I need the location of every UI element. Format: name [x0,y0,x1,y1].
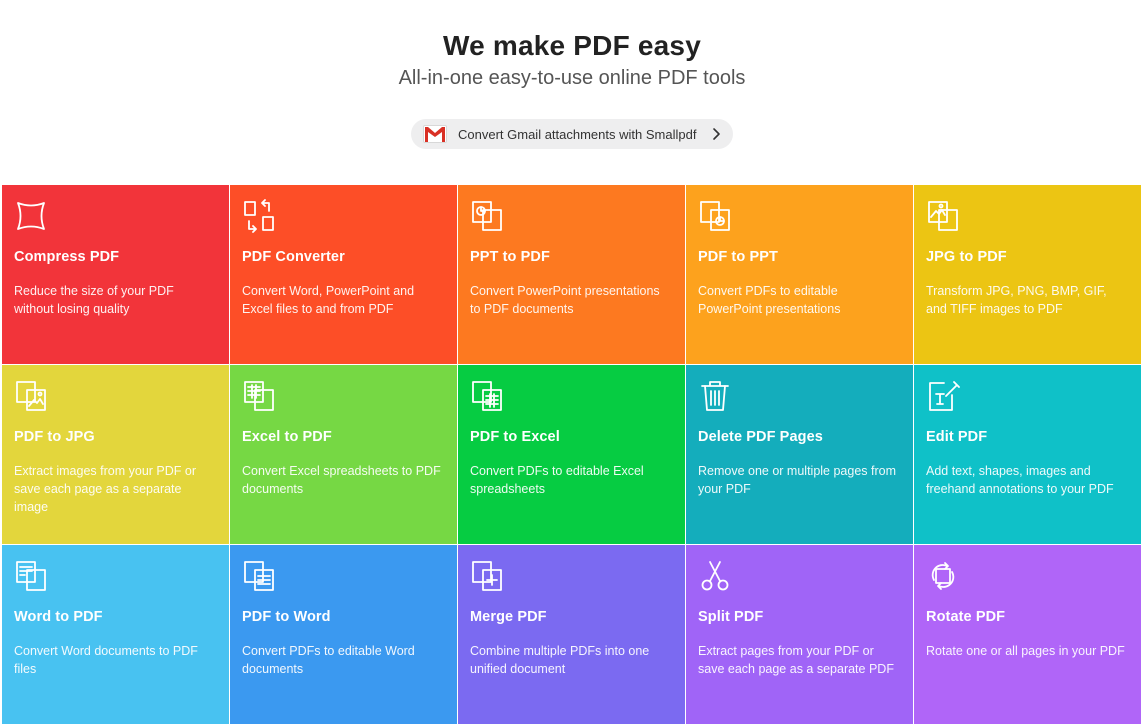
tool-tile-pdf-to-jpg[interactable]: PDF to JPG Extract images from your PDF … [2,365,229,544]
jpg-to-pdf-icon [926,199,960,233]
tool-tile-pdf-to-word[interactable]: PDF to Word Convert PDFs to editable Wor… [230,545,457,724]
tool-title: PDF to Word [242,609,331,625]
tool-tile-delete-pdf-pages[interactable]: Delete PDF Pages Remove one or multiple … [686,365,913,544]
pdf-to-jpg-icon [14,379,48,413]
tool-tile-word-to-pdf[interactable]: Word to PDF Convert Word documents to PD… [2,545,229,724]
tool-description: Convert PDFs to editable PowerPoint pres… [698,284,841,316]
tool-title: Rotate PDF [926,609,1006,625]
tool-description: Transform JPG, PNG, BMP, GIF, and TIFF i… [926,284,1107,316]
tool-tile-compress-pdf[interactable]: Compress PDF Reduce the size of your PDF… [2,185,229,364]
edit-pdf-icon [926,379,960,413]
tool-description: Extract pages from your PDF or save each… [698,644,894,676]
compress-icon [14,199,48,233]
tool-description: Convert Excel spreadsheets to PDF docume… [242,464,441,496]
tool-title: JPG to PDF [926,249,1007,265]
page-title: We make PDF easy [443,30,701,61]
tool-title: Excel to PDF [242,429,332,445]
tool-tile-rotate-pdf[interactable]: Rotate PDF Rotate one or all pages in yo… [914,545,1141,724]
tool-tile-excel-to-pdf[interactable]: Excel to PDF Convert Excel spreadsheets … [230,365,457,544]
tool-description: Extract images from your PDF or save eac… [14,464,196,514]
tool-description: Add text, shapes, images and freehand an… [926,464,1114,496]
tool-title: PDF Converter [242,249,345,265]
tool-title: Compress PDF [14,249,120,265]
tool-tile-pdf-to-excel[interactable]: PDF to Excel Convert PDFs to editable Ex… [458,365,685,544]
tool-title: PDF to Excel [470,429,560,445]
gmail-promo-label: Convert Gmail attachments with Smallpdf [458,126,697,142]
pdf-to-excel-icon [470,379,504,413]
tool-description: Convert PDFs to editable Excel spreadshe… [470,464,644,496]
tool-title: Edit PDF [926,429,988,445]
tool-tile-merge-pdf[interactable]: Merge PDF Combine multiple PDFs into one… [458,545,685,724]
tool-title: PPT to PDF [470,249,550,265]
pdf-to-ppt-icon [698,199,732,233]
tool-title: PDF to JPG [14,429,95,445]
gmail-icon [423,125,447,143]
tool-description: Convert Word, PowerPoint and Excel files… [242,284,415,316]
tool-title: Delete PDF Pages [698,429,823,445]
tool-description: Convert Word documents to PDF files [14,644,198,676]
gmail-promo-button[interactable]: Convert Gmail attachments with Smallpdf [411,119,733,149]
word-to-pdf-icon [14,559,48,593]
tool-description: Convert PDFs to editable Word documents [242,644,415,676]
excel-to-pdf-icon [242,379,276,413]
rotate-icon [926,559,960,593]
tool-tile-pdf-converter[interactable]: PDF Converter Convert Word, PowerPoint a… [230,185,457,364]
tool-tile-split-pdf[interactable]: Split PDF Extract pages from your PDF or… [686,545,913,724]
tool-description: Remove one or multiple pages from your P… [698,464,897,496]
tool-description: Combine multiple PDFs into one unified d… [470,644,650,676]
tool-tile-pdf-to-ppt[interactable]: PDF to PPT Convert PDFs to editable Powe… [686,185,913,364]
tool-tile-ppt-to-pdf[interactable]: PPT to PDF Convert PowerPoint presentati… [458,185,685,364]
merge-icon [470,559,504,593]
tool-title: Word to PDF [14,609,103,625]
tool-title: Split PDF [698,609,764,625]
trash-icon [698,379,732,413]
ppt-to-pdf-icon [470,199,504,233]
tool-description: Convert PowerPoint presentations to PDF … [470,284,660,316]
chevron-right-icon [709,127,723,141]
tools-grid: Compress PDF Reduce the size of your PDF… [2,185,1142,724]
pdf-to-word-icon [242,559,276,593]
tool-tile-edit-pdf[interactable]: Edit PDF Add text, shapes, images and fr… [914,365,1141,544]
page-subtitle: All-in-one easy-to-use online PDF tools [398,67,746,89]
tool-description: Rotate one or all pages in your PDF [926,644,1125,658]
tool-description: Reduce the size of your PDF without losi… [14,284,174,316]
tool-title: PDF to PPT [698,249,778,265]
scissors-icon [698,559,732,593]
convert-arrows-icon [242,199,276,233]
tool-title: Merge PDF [470,609,547,625]
tool-tile-jpg-to-pdf[interactable]: JPG to PDF Transform JPG, PNG, BMP, GIF,… [914,185,1141,364]
